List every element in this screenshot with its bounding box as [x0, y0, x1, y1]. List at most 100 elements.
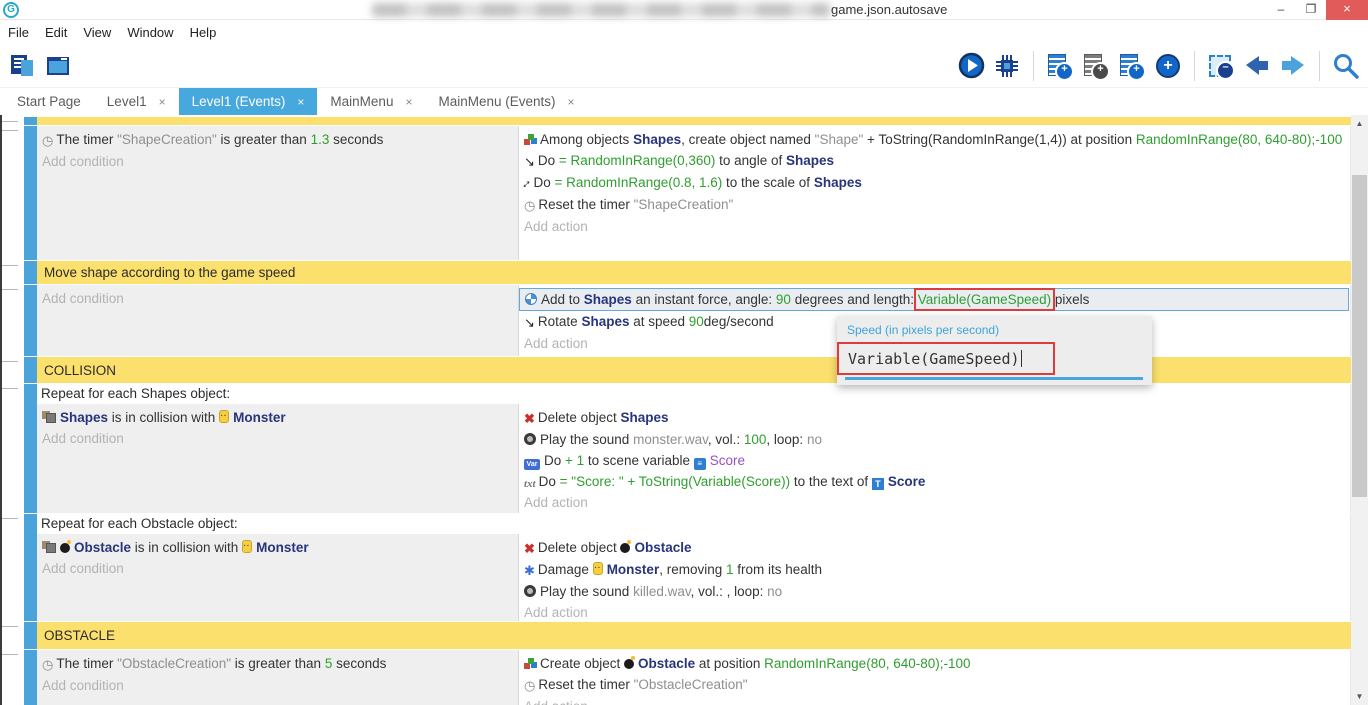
project-manager-icon[interactable] — [8, 52, 36, 80]
conditions-column: Add condition — [37, 285, 519, 356]
collision-icon — [42, 411, 56, 423]
event-gutter — [2, 261, 24, 284]
angle-icon: ↘ — [524, 312, 535, 333]
actions-column: Among objects Shapes, create object name… — [519, 126, 1350, 260]
delete-icon: ✖ — [524, 538, 535, 559]
event-handle[interactable] — [24, 514, 37, 621]
close-button[interactable]: × — [1326, 0, 1368, 20]
tab-bar: Start PageLevel1×Level1 (Events)×MainMen… — [0, 88, 1368, 115]
action-line[interactable]: ◷Reset the timer "ShapeCreation" — [519, 194, 1350, 216]
timer-icon: ◷ — [524, 195, 535, 216]
minimize-button[interactable]: – — [1266, 0, 1296, 20]
debug-icon[interactable] — [993, 52, 1021, 80]
condition-line[interactable]: Obstacle is in collision with Monster — [37, 537, 518, 558]
redo-icon[interactable] — [1279, 52, 1307, 80]
condition-line[interactable]: ◷The timer "ShapeCreation" is greater th… — [37, 129, 518, 151]
event-gutter — [2, 622, 24, 649]
action-line[interactable]: ✖Delete object Shapes — [519, 407, 1350, 429]
add-condition-link[interactable]: Add condition — [37, 558, 518, 579]
add-condition-link[interactable]: Add condition — [37, 428, 518, 449]
menu-file[interactable]: File — [8, 22, 39, 43]
menu-view[interactable]: View — [83, 22, 121, 43]
event-handle[interactable] — [24, 261, 37, 284]
condition-line[interactable]: ◷The timer "ObstacleCreation" is greater… — [37, 653, 518, 675]
add-condition-link[interactable]: Add condition — [37, 288, 518, 309]
comment-event-partial[interactable] — [37, 117, 1351, 125]
delete-event-icon[interactable] — [1207, 52, 1235, 80]
event-handle[interactable] — [24, 650, 37, 705]
conditions-column: ◷The timer "ShapeCreation" is greater th… — [37, 126, 519, 260]
add-action-link[interactable]: Add action — [519, 492, 1350, 513]
tab-close-icon[interactable]: × — [159, 95, 166, 109]
add-circle-icon[interactable]: + — [1154, 52, 1182, 80]
undo-icon[interactable] — [1243, 52, 1271, 80]
obstacle-icon — [60, 543, 70, 553]
add-comment-icon[interactable] — [1118, 52, 1146, 80]
foreach-header[interactable]: Repeat for each Shapes object: — [37, 384, 1350, 404]
foreach-header[interactable]: Repeat for each Obstacle object: — [37, 514, 1350, 534]
action-line[interactable]: txtDo = "Score: " + ToString(Variable(Sc… — [519, 471, 1350, 492]
tab-level1-events-[interactable]: Level1 (Events)× — [179, 88, 318, 115]
action-line[interactable]: ↘Do = RandomInRange(0,360) to angle of S… — [519, 150, 1350, 172]
add-condition-link[interactable]: Add condition — [37, 151, 518, 172]
vertical-scrollbar[interactable]: ▲ ▼ — [1351, 115, 1368, 705]
actions-column: ✖Delete object ShapesPlay the sound mons… — [519, 404, 1350, 513]
action-line[interactable]: Among objects Shapes, create object name… — [519, 129, 1350, 150]
restore-button[interactable]: ❐ — [1296, 0, 1326, 20]
action-line[interactable]: ✱Damage Monster, removing 1 from its hea… — [519, 559, 1350, 581]
input-underline — [845, 377, 1143, 380]
search-icon[interactable] — [1332, 52, 1360, 80]
scroll-down-arrow[interactable]: ▼ — [1351, 688, 1368, 705]
scene-window-icon[interactable] — [44, 52, 72, 80]
scroll-up-arrow[interactable]: ▲ — [1351, 115, 1368, 132]
action-line[interactable]: VarDo + 1 to scene variable ≡Score — [519, 450, 1350, 471]
tab-level1[interactable]: Level1× — [94, 88, 179, 115]
add-action-link[interactable]: Add action — [519, 216, 1350, 237]
event-handle[interactable] — [24, 117, 37, 125]
force-icon — [525, 293, 537, 305]
sound-icon — [524, 433, 536, 445]
event-handle[interactable] — [24, 126, 37, 260]
add-condition-link[interactable]: Add condition — [37, 675, 518, 696]
condition-line[interactable]: Shapes is in collision with Monster — [37, 407, 518, 428]
menu-window[interactable]: Window — [127, 22, 183, 43]
tab-close-icon[interactable]: × — [568, 95, 575, 109]
tab-start-page[interactable]: Start Page — [4, 88, 94, 115]
add-event-icon[interactable] — [1046, 52, 1074, 80]
events-sheet: ◷The timer "ShapeCreation" is greater th… — [0, 115, 1368, 705]
expression-input[interactable]: Variable(GameSpeed) — [848, 350, 1020, 368]
foreach-event: Repeat for each Shapes object:Shapes is … — [37, 384, 1350, 513]
comment-event[interactable]: COLLISION — [37, 357, 1351, 383]
menu-edit[interactable]: Edit — [45, 22, 77, 43]
action-line[interactable]: Play the sound monster.wav, vol.: 100, l… — [519, 429, 1350, 450]
action-line[interactable]: Play the sound killed.wav, vol.: , loop:… — [519, 581, 1350, 602]
event-handle[interactable] — [24, 357, 37, 383]
comment-event[interactable]: Move shape according to the game speed — [37, 261, 1351, 284]
scrollbar-thumb[interactable] — [1352, 175, 1367, 497]
sheet-row — [2, 117, 1351, 125]
sheet-row: ◷The timer "ObstacleCreation" is greater… — [2, 650, 1351, 705]
tab-close-icon[interactable]: × — [297, 95, 304, 109]
conditions-column: Shapes is in collision with MonsterAdd c… — [37, 404, 519, 513]
action-line[interactable]: ↕Do = RandomInRange(0.8, 1.6) to the sca… — [519, 172, 1350, 194]
comment-event[interactable]: OBSTACLE — [37, 622, 1351, 649]
event-handle[interactable] — [24, 622, 37, 649]
tab-mainmenu[interactable]: MainMenu× — [317, 88, 425, 115]
tab-close-icon[interactable]: × — [405, 95, 412, 109]
tab-mainmenu-events-[interactable]: MainMenu (Events)× — [425, 88, 587, 115]
damage-icon: ✱ — [524, 560, 535, 581]
add-action-link[interactable]: Add action — [519, 602, 1350, 623]
menu-help[interactable]: Help — [190, 22, 227, 43]
sheet-row: OBSTACLE — [2, 622, 1351, 649]
event-handle[interactable] — [24, 384, 37, 513]
action-line[interactable]: ◷Reset the timer "ObstacleCreation" — [519, 674, 1350, 696]
text-caret — [1021, 350, 1022, 367]
add-subevent-icon[interactable] — [1082, 52, 1110, 80]
selected-action-line[interactable]: Add to Shapes an instant force, angle: 9… — [519, 288, 1349, 311]
play-icon[interactable] — [957, 52, 985, 80]
action-line[interactable]: Create object Obstacle at position Rando… — [519, 653, 1350, 674]
add-action-link[interactable]: Add action — [519, 696, 1350, 705]
event-handle[interactable] — [24, 285, 37, 356]
timer-icon: ◷ — [42, 130, 53, 151]
action-line[interactable]: ✖Delete object Obstacle — [519, 537, 1350, 559]
